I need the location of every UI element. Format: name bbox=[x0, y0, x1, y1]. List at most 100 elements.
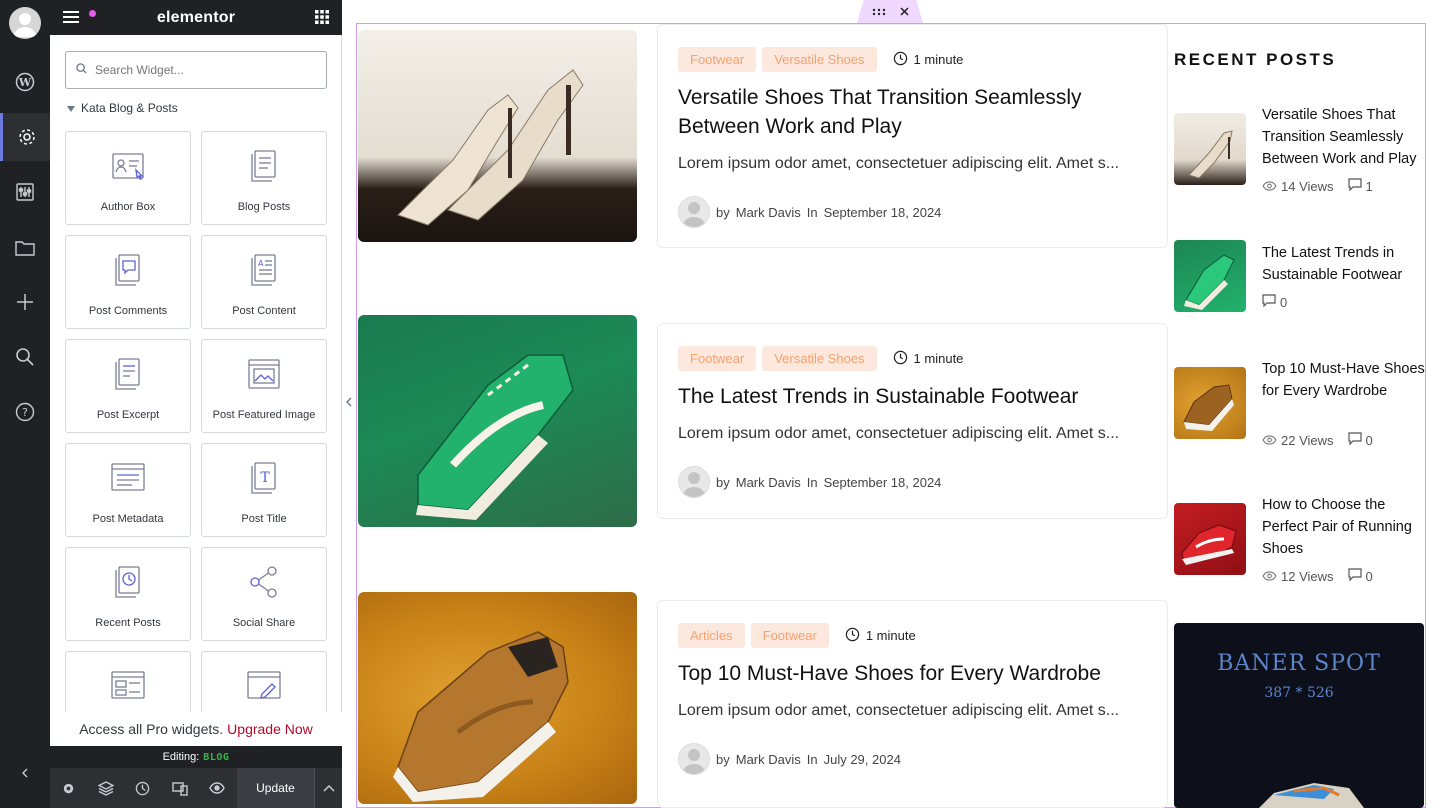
history-icon[interactable] bbox=[124, 768, 161, 808]
author-name[interactable]: Mark Davis bbox=[736, 475, 801, 490]
blog-posts-icon bbox=[246, 148, 282, 187]
tan-sneaker-thumb-illustration bbox=[1183, 384, 1234, 431]
recent-post-thumbnail[interactable] bbox=[1174, 503, 1246, 575]
comment-icon bbox=[1347, 568, 1362, 584]
red-running-shoe-thumb-illustration bbox=[1181, 524, 1237, 565]
add-plus-icon[interactable] bbox=[0, 278, 50, 326]
search-icon bbox=[76, 63, 87, 77]
update-button[interactable]: Update bbox=[237, 768, 314, 808]
recent-post-title[interactable]: The Latest Trends in Sustainable Footwea… bbox=[1262, 242, 1427, 286]
post-tag[interactable]: Articles bbox=[678, 623, 745, 648]
post-excerpt: Lorem ipsum odor amet, consectetuer adip… bbox=[678, 155, 1120, 172]
post-tag[interactable]: Footwear bbox=[750, 623, 829, 648]
comment-icon bbox=[1347, 178, 1362, 194]
clock-icon bbox=[893, 350, 908, 368]
editing-label: Editing: bbox=[162, 751, 200, 763]
settings-gear-icon[interactable] bbox=[0, 113, 50, 161]
by-label: by bbox=[716, 204, 730, 220]
read-time: 1 minute bbox=[893, 350, 963, 368]
widget-post-comments[interactable]: Post Comments bbox=[65, 235, 191, 329]
search-widget-input[interactable] bbox=[95, 63, 295, 77]
recent-post-thumbnail[interactable] bbox=[1174, 240, 1246, 312]
post-tags: Footwear Versatile Shoes 1 minute bbox=[678, 47, 963, 72]
widget-search[interactable] bbox=[65, 51, 327, 89]
post-tag[interactable]: Versatile Shoes bbox=[762, 346, 877, 371]
widget-blog-posts[interactable]: Blog Posts bbox=[201, 131, 327, 225]
heels-thumb-illustration bbox=[1188, 130, 1233, 179]
recent-post-thumbnail[interactable] bbox=[1174, 367, 1246, 439]
upgrade-now-link[interactable]: Upgrade Now bbox=[227, 721, 313, 737]
section-handle[interactable] bbox=[857, 0, 923, 23]
post-title[interactable]: The Latest Trends in Sustainable Footwea… bbox=[678, 382, 1148, 411]
by-label: by bbox=[716, 474, 730, 490]
user-avatar[interactable] bbox=[9, 7, 41, 39]
recent-posts-icon bbox=[110, 564, 146, 603]
widget-post-title[interactable]: T Post Title bbox=[201, 443, 327, 537]
post-tag[interactable]: Footwear bbox=[678, 346, 757, 371]
post-featured-image[interactable] bbox=[358, 30, 637, 242]
post-date: September 18, 2024 bbox=[823, 204, 942, 220]
widget-author-box[interactable]: Author Box bbox=[65, 131, 191, 225]
update-options-chevron-icon[interactable] bbox=[314, 768, 342, 808]
help-icon[interactable]: ? bbox=[0, 388, 50, 436]
recent-post-thumbnail[interactable] bbox=[1174, 113, 1246, 185]
widget-label: Post Content bbox=[232, 305, 296, 317]
sliders-icon[interactable] bbox=[0, 168, 50, 216]
editing-value: BLOG bbox=[203, 751, 230, 763]
widget-recent-posts[interactable]: Recent Posts bbox=[65, 547, 191, 641]
metadata-icon bbox=[110, 460, 146, 499]
category-header[interactable]: Kata Blog & Posts bbox=[67, 101, 178, 115]
post-featured-image[interactable] bbox=[358, 592, 637, 804]
read-time-value: 1 minute bbox=[865, 628, 916, 643]
widgets-grid-icon[interactable] bbox=[314, 9, 330, 30]
recent-posts-title: RECENT POSTS bbox=[1174, 50, 1337, 69]
widget-post-metadata[interactable]: Post Metadata bbox=[65, 443, 191, 537]
widget-post-featured-image[interactable]: Post Featured Image bbox=[201, 339, 327, 433]
recent-post-title[interactable]: Versatile Shoes That Transition Seamless… bbox=[1262, 104, 1427, 170]
recent-post-stats: 14 Views 1 bbox=[1262, 178, 1373, 194]
widget-label: Post Featured Image bbox=[212, 409, 316, 421]
preview-eye-icon[interactable] bbox=[198, 768, 235, 808]
widget-grid: Author Box Blog Posts Post Comments A Po… bbox=[65, 131, 327, 745]
banner-spot[interactable]: BANER SPOT 387 * 526 bbox=[1174, 623, 1424, 808]
author-avatar bbox=[678, 466, 710, 498]
author-name[interactable]: Mark Davis bbox=[736, 205, 801, 220]
caret-down-icon bbox=[67, 101, 75, 115]
widget-label: Blog Posts bbox=[237, 201, 291, 213]
collapse-panel-icon[interactable] bbox=[342, 392, 356, 412]
menu-hamburger-icon[interactable] bbox=[62, 9, 96, 30]
by-label: by bbox=[716, 751, 730, 767]
navigator-layers-icon[interactable] bbox=[87, 768, 124, 808]
post-title[interactable]: Top 10 Must-Have Shoes for Every Wardrob… bbox=[678, 659, 1148, 688]
promo-text: Access all Pro widgets. bbox=[79, 721, 224, 737]
author-box-icon bbox=[110, 148, 146, 187]
read-time: 1 minute bbox=[845, 627, 916, 645]
post-tag[interactable]: Versatile Shoes bbox=[762, 47, 877, 72]
in-label: In bbox=[806, 474, 818, 490]
eye-icon bbox=[1262, 569, 1277, 584]
widget-post-content[interactable]: A Post Content bbox=[201, 235, 327, 329]
settings-icon[interactable] bbox=[50, 768, 87, 808]
views-count: 14 Views bbox=[1281, 178, 1334, 194]
wordpress-icon[interactable]: W bbox=[0, 58, 50, 106]
post-title[interactable]: Versatile Shoes That Transition Seamless… bbox=[678, 83, 1148, 141]
author-name[interactable]: Mark Davis bbox=[736, 752, 801, 767]
search-icon[interactable] bbox=[0, 333, 50, 381]
drag-handle-icon[interactable] bbox=[872, 5, 886, 19]
post-featured-image[interactable] bbox=[358, 315, 637, 527]
widget-post-excerpt[interactable]: Post Excerpt bbox=[65, 339, 191, 433]
post-tag[interactable]: Footwear bbox=[678, 47, 757, 72]
tan-sneaker-illustration bbox=[393, 631, 569, 802]
views-count: 22 Views bbox=[1281, 432, 1334, 448]
banner-shoe-illustration bbox=[1259, 783, 1364, 808]
collapse-rail-icon[interactable] bbox=[0, 749, 50, 797]
post-excerpt: Lorem ipsum odor amet, consectetuer adip… bbox=[678, 425, 1120, 442]
editing-indicator: Editing: BLOG bbox=[50, 746, 342, 768]
widget-social-share[interactable]: Social Share bbox=[201, 547, 327, 641]
responsive-mode-icon[interactable] bbox=[161, 768, 198, 808]
recent-post-title[interactable]: Top 10 Must-Have Shoes for Every Wardrob… bbox=[1262, 358, 1427, 402]
close-icon[interactable] bbox=[899, 5, 909, 19]
recent-post-title[interactable]: How to Choose the Perfect Pair of Runnin… bbox=[1262, 494, 1427, 560]
folder-icon[interactable] bbox=[0, 224, 50, 272]
comment-icon bbox=[1347, 432, 1362, 448]
